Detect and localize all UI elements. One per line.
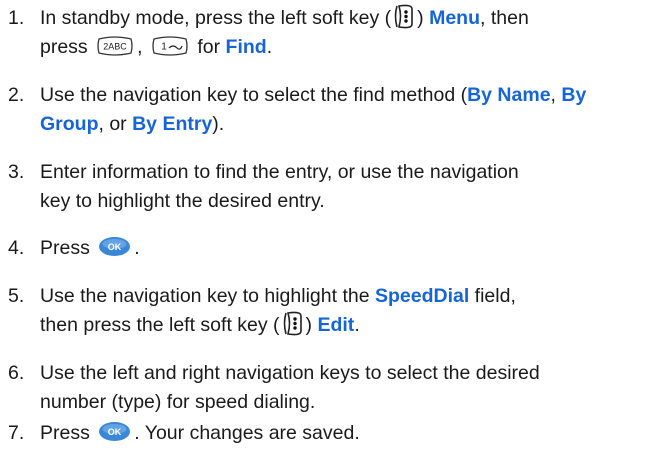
- step-number: 4.: [8, 237, 25, 259]
- step-2-text-a: Use the navigation key to select the fin…: [40, 84, 468, 106]
- step-1-text-d: press: [40, 36, 94, 58]
- step-number: 3.: [8, 161, 25, 183]
- step-6-line-1: Use the left and right navigation keys t…: [40, 362, 540, 384]
- step-1-text-c: , then: [480, 7, 529, 29]
- ok-key-icon: OK: [98, 421, 131, 442]
- step-text: Press OK.: [40, 234, 650, 263]
- step-3-line-2: key to highlight the desired entry.: [40, 190, 325, 212]
- instruction-list: 1. In standby mode, press the left soft …: [0, 0, 650, 452]
- step-text: Use the left and right navigation keys t…: [40, 359, 650, 417]
- step-text: Use the navigation key to select the fin…: [40, 81, 650, 139]
- step-6-line-2: number (type) for speed dialing.: [40, 391, 316, 413]
- step-5-text-c: then press the left soft key (: [40, 314, 280, 336]
- ok-key-label: OK: [108, 242, 122, 252]
- step-number: 2.: [8, 84, 25, 106]
- step-1-text-g: .: [266, 36, 273, 58]
- ok-key-label: OK: [108, 427, 122, 437]
- key-1-label: 1: [161, 41, 167, 52]
- step-4-end: .: [134, 237, 140, 259]
- step-text: Press OK . Your changes are saved.: [40, 419, 650, 448]
- step-2-sep-2: , or: [98, 113, 133, 135]
- step-1-text-e: ,: [137, 36, 148, 58]
- find-keyword: Find: [225, 36, 267, 58]
- left-softkey-icon: [393, 3, 415, 30]
- ok-key-icon: OK: [98, 236, 131, 257]
- key-2abc-icon: 2ABC: [96, 35, 134, 57]
- by-entry-keyword: By Entry: [132, 113, 213, 135]
- step-5-text-e: .: [354, 314, 360, 336]
- by-name-keyword: By Name: [467, 84, 551, 106]
- key-2abc-label: 2ABC: [103, 41, 127, 51]
- edit-keyword: Edit: [317, 314, 355, 336]
- step-number: 5.: [8, 285, 25, 307]
- menu-keyword: Menu: [429, 7, 481, 29]
- key-1-icon: 1: [151, 35, 189, 57]
- step-2-sep-1: ,: [550, 84, 562, 106]
- step-5-text-d: ): [305, 314, 318, 336]
- step-2-end: ).: [212, 113, 225, 135]
- left-softkey-icon: [282, 310, 304, 337]
- step-5-text-a: Use the navigation key to highlight the: [40, 285, 375, 307]
- step-text: Enter information to find the entry, or …: [40, 158, 650, 216]
- step-number: 6.: [8, 362, 25, 384]
- step-number: 1.: [8, 7, 25, 29]
- speeddial-keyword: SpeedDial: [374, 285, 470, 307]
- step-text: Use the navigation key to highlight the …: [40, 282, 650, 340]
- step-7-end: . Your changes are saved.: [134, 422, 360, 444]
- step-4-text: Press: [40, 237, 96, 259]
- step-7-text: Press: [40, 422, 96, 444]
- step-1-text-b: ): [417, 7, 430, 29]
- step-1-text-f: for: [191, 36, 226, 58]
- step-1-text-a: In standby mode, press the left soft key…: [40, 7, 392, 29]
- step-text: In standby mode, press the left soft key…: [40, 4, 650, 62]
- step-5-text-b: field,: [469, 285, 516, 307]
- step-number: 7.: [8, 422, 25, 444]
- step-3-line-1: Enter information to find the entry, or …: [40, 161, 519, 183]
